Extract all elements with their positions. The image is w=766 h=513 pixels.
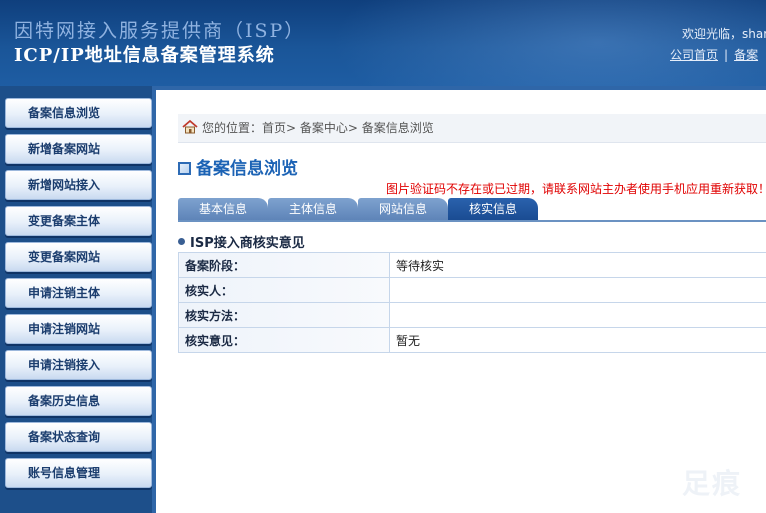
breadcrumb: 您的位置：首页> 备案中心> 备案信息浏览: [178, 114, 766, 143]
row-label: 核实人：: [178, 277, 390, 303]
watermark-text: 足痕: [682, 467, 743, 500]
main-content: 您的位置：首页> 备案中心> 备案信息浏览 备案信息浏览 图片验证码不存在或已过…: [152, 86, 766, 513]
row-value: 等待核实: [389, 252, 766, 278]
bullet-icon: [178, 238, 185, 245]
sidebar-item-status-query[interactable]: 备案状态查询: [5, 422, 152, 452]
section-title-text: ISP接入商核实意见: [190, 236, 305, 251]
system-title-line2: ICP/IP地址信息备案管理系统: [14, 45, 275, 66]
tab-bar: 基本信息 主体信息 网站信息 核实信息: [178, 198, 766, 222]
tab-subject-info[interactable]: 主体信息: [268, 198, 358, 220]
table-row: 核实意见： 暂无: [178, 327, 766, 353]
tab-site-info[interactable]: 网站信息: [358, 198, 448, 220]
table-row: 核实方法：: [178, 302, 766, 328]
welcome-text: 欢迎光临，shar: [682, 27, 766, 41]
sidebar-item-cancel-subject[interactable]: 申请注销主体: [5, 278, 152, 308]
page-title: 备案信息浏览: [178, 154, 298, 179]
sidebar-item-cancel-access[interactable]: 申请注销接入: [5, 350, 152, 380]
verify-info-table: 备案阶段： 等待核实 核实人： 核实方法： 核实意见： 暂无: [178, 252, 766, 353]
row-value: [389, 277, 766, 303]
table-row: 核实人：: [178, 277, 766, 303]
watermark: 足痕: [638, 458, 758, 506]
sidebar-item-change-subject[interactable]: 变更备案主体: [5, 206, 152, 236]
row-label: 核实方法：: [178, 302, 390, 328]
row-value: 暂无: [389, 327, 766, 353]
row-value: [389, 302, 766, 328]
company-home-link[interactable]: 公司首页: [670, 48, 718, 62]
row-label: 核实意见：: [178, 327, 390, 353]
sidebar-item-account[interactable]: 账号信息管理: [5, 458, 152, 488]
top-links: 公司首页 | 备案: [670, 46, 758, 63]
header: 因特网接入服务提供商（ISP） ICP/IP地址信息备案管理系统 欢迎光临，sh…: [0, 0, 766, 86]
sidebar-item-change-site[interactable]: 变更备案网站: [5, 242, 152, 272]
link-separator: |: [724, 48, 729, 62]
sidebar-item-new-site[interactable]: 新增备案网站: [5, 134, 152, 164]
system-title-line1: 因特网接入服务提供商（ISP）: [14, 20, 306, 42]
beian-link[interactable]: 备案: [734, 48, 758, 62]
footprint-icon: [644, 463, 670, 498]
error-message: 图片验证码不存在或已过期，请联系网站主办者使用手机应用重新获取！: [386, 182, 766, 196]
sidebar: 备案信息浏览 新增备案网站 新增网站接入 变更备案主体 变更备案网站 申请注销主…: [0, 86, 152, 513]
sidebar-item-browse[interactable]: 备案信息浏览: [5, 98, 152, 128]
content-panel: 您的位置：首页> 备案中心> 备案信息浏览 备案信息浏览 图片验证码不存在或已过…: [172, 108, 766, 508]
row-label: 备案阶段：: [178, 252, 390, 278]
table-row: 备案阶段： 等待核实: [178, 252, 766, 278]
title-square-icon: [178, 162, 191, 175]
section-title: ISP接入商核实意见: [178, 232, 305, 251]
page-title-text: 备案信息浏览: [196, 159, 298, 179]
tab-basic-info[interactable]: 基本信息: [178, 198, 268, 220]
sidebar-item-cancel-site[interactable]: 申请注销网站: [5, 314, 152, 344]
sidebar-item-new-access[interactable]: 新增网站接入: [5, 170, 152, 200]
sidebar-item-history[interactable]: 备案历史信息: [5, 386, 152, 416]
tab-verify-info[interactable]: 核实信息: [448, 198, 538, 220]
breadcrumb-text: 您的位置：首页> 备案中心> 备案信息浏览: [202, 121, 434, 135]
home-icon: [182, 119, 198, 134]
